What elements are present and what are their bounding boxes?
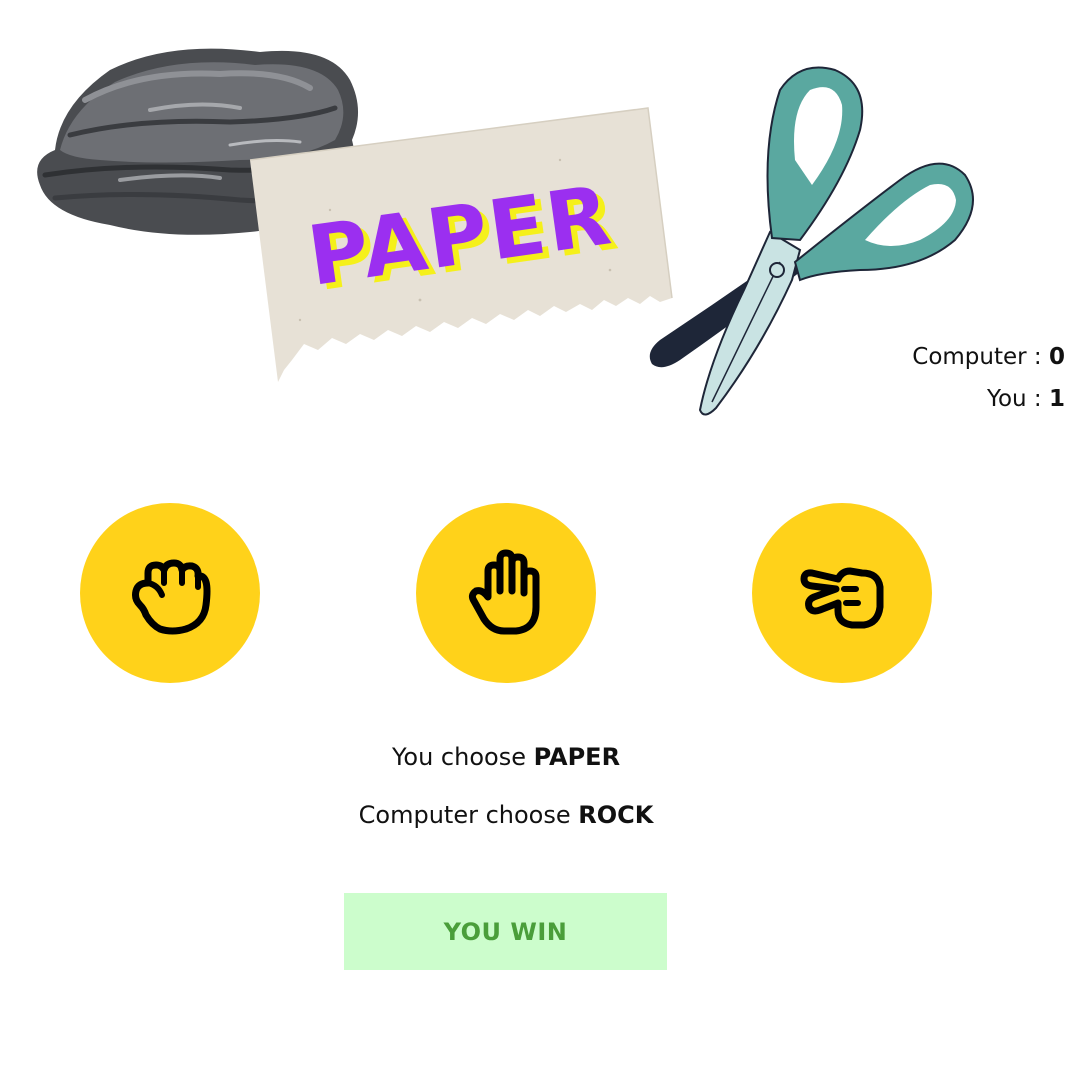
verdict-banner: YOU WIN [344, 893, 667, 970]
game-page: PAPER PAPER Computer: 0 You: 1 You cho… [0, 0, 1080, 1080]
paper-button[interactable] [416, 503, 596, 683]
two-fingers-icon [800, 567, 884, 629]
scoreboard: Computer : 0 You : 1 [912, 336, 1065, 420]
computer-score-label: Computer : [912, 344, 1042, 370]
player-score-label: You : [986, 386, 1042, 412]
player-choice-prefix: You choose [391, 743, 526, 771]
verdict-text: YOU WIN [443, 917, 568, 946]
scissors-button[interactable] [752, 503, 932, 683]
player-choice-value: PAPER [533, 743, 621, 771]
rock-button[interactable] [80, 503, 260, 683]
computer-choice-prefix: Computer choose [358, 801, 571, 829]
open-hand-icon [468, 549, 540, 635]
player-choice-line: You choose PAPER [0, 743, 1012, 771]
computer-choice-value: ROCK [578, 801, 654, 829]
fist-icon [132, 559, 211, 635]
computer-score: Computer : 0 [912, 336, 1065, 378]
choice-buttons [0, 503, 1080, 683]
computer-choice-line: Computer choose ROCK [0, 801, 1012, 829]
computer-score-value: 0 [1048, 344, 1065, 370]
player-score-value: 1 [1048, 386, 1065, 412]
player-score: You : 1 [912, 378, 1065, 420]
